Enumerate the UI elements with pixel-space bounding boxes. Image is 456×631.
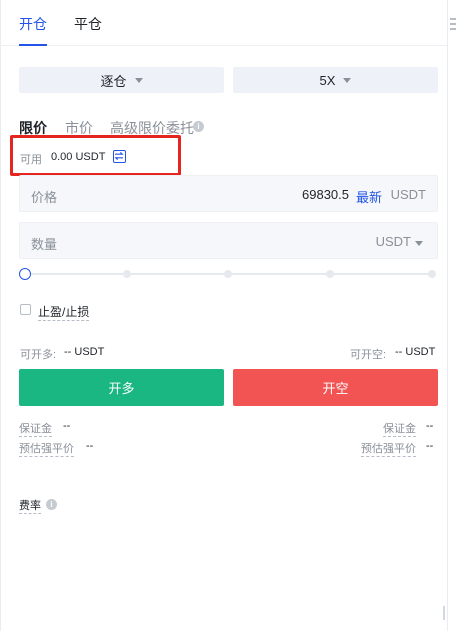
slider-stop-75[interactable] <box>326 270 334 278</box>
quantity-input[interactable]: 数量 USDT <box>19 222 438 259</box>
margin-value-long: -- <box>63 420 71 432</box>
can-open-short-value: -- USDT <box>395 346 436 358</box>
price-unit: USDT <box>390 187 426 202</box>
can-open-long-label: 可开多: <box>20 349 57 361</box>
chevron-down-icon <box>134 78 143 83</box>
quantity-unit: USDT <box>375 234 411 249</box>
chevron-down-icon <box>343 78 352 83</box>
leverage-value: 5X <box>319 72 336 88</box>
tab-close-position[interactable]: 平仓 <box>74 14 102 34</box>
slider-stop-25[interactable] <box>123 270 131 278</box>
can-open-short-label: 可开空: <box>350 349 387 361</box>
transfer-icon[interactable] <box>113 150 126 163</box>
latest-price-button[interactable]: 最新 <box>356 187 382 206</box>
tpsl-checkbox[interactable] <box>20 304 31 315</box>
amount-slider[interactable] <box>19 268 438 280</box>
menu-icon[interactable] <box>450 18 456 32</box>
leverage-select[interactable]: 5X <box>233 67 438 93</box>
open-long-button[interactable]: 开多 <box>19 369 224 406</box>
panel-left-border <box>0 0 1 631</box>
info-icon[interactable]: i <box>46 499 57 510</box>
price-value[interactable]: 69830.5 <box>302 187 349 202</box>
position-tabs: 开仓 平仓 <box>0 0 447 46</box>
slider-thumb[interactable] <box>19 268 31 280</box>
panel-right-border <box>447 0 448 631</box>
tab-open-position[interactable]: 开仓 <box>19 14 47 34</box>
slider-stop-50[interactable] <box>224 270 232 278</box>
liq-price-label-long: 预估强平价 <box>19 440 74 457</box>
slider-stop-100[interactable] <box>428 270 436 278</box>
chevron-down-icon <box>415 241 423 246</box>
margin-mode-select[interactable]: 逐仓 <box>19 67 224 93</box>
info-icon[interactable]: i <box>193 121 204 132</box>
margin-label-short: 保证金 <box>383 420 416 437</box>
price-input[interactable]: 价格 69830.5 最新 USDT <box>19 175 438 212</box>
open-short-button[interactable]: 开空 <box>233 369 438 406</box>
margin-value-short: -- <box>426 420 434 432</box>
available-balance: 0.00 USDT <box>51 151 106 163</box>
can-open-long-value: -- USDT <box>64 346 105 358</box>
liq-price-value-short: -- <box>426 440 434 452</box>
active-tab-underline <box>19 44 47 46</box>
quantity-placeholder: 数量 <box>31 237 58 252</box>
tpsl-label[interactable]: 止盈/止损 <box>38 303 90 321</box>
fee-rate-label[interactable]: 费率 <box>19 497 41 514</box>
available-label: 可用 <box>20 154 42 166</box>
quantity-unit-select[interactable]: USDT <box>376 234 423 249</box>
resize-handle[interactable] <box>441 606 445 620</box>
liq-price-value-long: -- <box>86 440 94 452</box>
margin-mode-value: 逐仓 <box>100 73 127 89</box>
margin-label-long: 保证金 <box>19 420 52 437</box>
price-label: 价格 <box>31 190 58 205</box>
liq-price-label-short: 预估强平价 <box>361 440 416 457</box>
